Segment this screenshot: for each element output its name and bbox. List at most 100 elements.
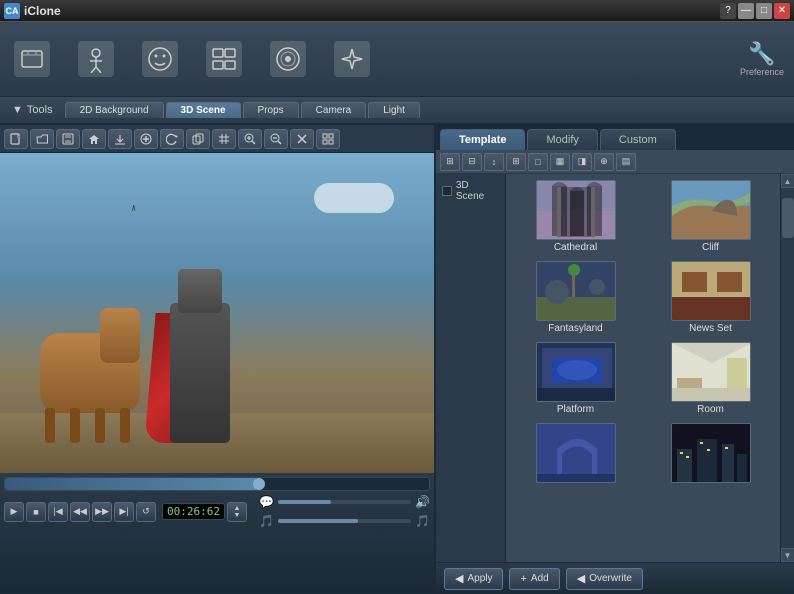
home-button[interactable]: [82, 129, 106, 149]
tab-props[interactable]: Props: [243, 102, 299, 118]
scrollbar[interactable]: ▲ ▼: [780, 174, 794, 562]
tab-camera[interactable]: Camera: [301, 102, 367, 118]
right-icon-1: 🔊: [415, 495, 430, 509]
app-title: iClone: [24, 4, 61, 18]
animation-tool-icon[interactable]: [266, 33, 310, 85]
character-tool-icon[interactable]: [74, 33, 118, 85]
scene-item-blue-arch[interactable]: [510, 421, 641, 487]
loop-button[interactable]: ↺: [136, 502, 156, 522]
prev-frame-button[interactable]: ◀◀: [70, 502, 90, 522]
zoom-in-button[interactable]: [238, 129, 262, 149]
minimize-button[interactable]: —: [738, 3, 754, 19]
download-button[interactable]: [108, 129, 132, 149]
new-button[interactable]: [4, 129, 28, 149]
close-button[interactable]: ✕: [774, 3, 790, 19]
apply-button[interactable]: ◀ Apply: [444, 568, 503, 590]
tab-light[interactable]: Light: [368, 102, 420, 118]
timeline-thumb[interactable]: [253, 478, 265, 490]
slider-1[interactable]: [278, 500, 411, 504]
scene-item-room[interactable]: Room: [645, 340, 776, 417]
effect-tool-icon[interactable]: [330, 33, 374, 85]
play-button[interactable]: ▶: [4, 502, 24, 522]
scene-item-newsset[interactable]: News Set: [645, 259, 776, 336]
add-icon: +: [520, 573, 526, 585]
scene-item-fantasyland[interactable]: Fantasyland: [510, 259, 641, 336]
add-button[interactable]: [134, 129, 158, 149]
slider-row-2: 🎵 🎵: [259, 514, 430, 528]
label-newsset: News Set: [689, 323, 732, 334]
tab-template[interactable]: Template: [440, 129, 525, 150]
scroll-thumb[interactable]: [782, 198, 794, 238]
sub-btn-5[interactable]: □: [528, 153, 548, 171]
sub-btn-2[interactable]: ⊟: [462, 153, 482, 171]
preference-button[interactable]: 🔧 Preference: [740, 41, 784, 77]
horse-head: [100, 308, 140, 363]
help-button[interactable]: ?: [720, 3, 736, 19]
scene-item-night-city[interactable]: [645, 421, 776, 487]
scene-item-cathedral[interactable]: Cathedral: [510, 178, 641, 255]
sub-btn-1[interactable]: ⊞: [440, 153, 460, 171]
playback-area: ▶ ■ |◀ ◀◀ ▶▶ ▶| ↺ 00:26:62 ▲▼ 💬: [0, 473, 434, 594]
maximize-button[interactable]: □: [756, 3, 772, 19]
face-tool-icon[interactable]: [138, 33, 182, 85]
timecode-display: 00:26:62: [162, 503, 225, 520]
scene: ∧: [0, 153, 434, 473]
scroll-down[interactable]: ▼: [781, 548, 794, 562]
sub-btn-4[interactable]: ⊞: [506, 153, 526, 171]
open-button[interactable]: [30, 129, 54, 149]
multiselect-button[interactable]: [316, 129, 340, 149]
knight-body: [170, 303, 230, 443]
bottom-action-bar: ◀ Apply + Add ◀ Overwrite: [436, 562, 794, 594]
tab-2d-background[interactable]: 2D Background: [65, 102, 164, 118]
sub-btn-3[interactable]: ↕: [484, 153, 504, 171]
overwrite-label: Overwrite: [589, 573, 632, 584]
titlebar: CA iClone ? — □ ✕: [0, 0, 794, 22]
action-toolbar: [0, 125, 434, 153]
scene-tool-icon[interactable]: [10, 33, 54, 85]
sub-btn-9[interactable]: ▤: [616, 153, 636, 171]
sub-toolbar: ⊞ ⊟ ↕ ⊞ □ ▦ ◨ ⊕ ▤: [436, 150, 794, 174]
next-frame-button[interactable]: ▶▶: [92, 502, 112, 522]
tab-3d-scene[interactable]: 3D Scene: [166, 102, 241, 118]
timeline-bar[interactable]: [4, 477, 430, 491]
remove-button[interactable]: [290, 129, 314, 149]
grid-button[interactable]: [212, 129, 236, 149]
scene-tree: 3D Scene: [436, 174, 506, 562]
overwrite-button[interactable]: ◀ Overwrite: [566, 568, 643, 590]
sub-btn-8[interactable]: ⊕: [594, 153, 614, 171]
sub-btn-7[interactable]: ◨: [572, 153, 592, 171]
rotate-button[interactable]: [160, 129, 184, 149]
clone-button[interactable]: [186, 129, 210, 149]
scene-tree-item[interactable]: 3D Scene: [440, 178, 501, 204]
tools-bar: ▼ Tools 2D Background 3D Scene Props Cam…: [0, 97, 794, 125]
stop-button[interactable]: ■: [26, 502, 46, 522]
motion-tool-icon[interactable]: [202, 33, 246, 85]
tools-label: ▼ Tools: [4, 104, 61, 116]
knight-head: [178, 269, 222, 313]
scene-item-platform[interactable]: Platform: [510, 340, 641, 417]
save-button[interactable]: [56, 129, 80, 149]
overwrite-icon: ◀: [577, 572, 585, 585]
slider-2[interactable]: [278, 519, 411, 523]
effect-icon: [334, 41, 370, 77]
horse-legs: [45, 408, 130, 443]
scroll-track[interactable]: [781, 188, 794, 548]
scene-thumb-cathedral: [536, 180, 616, 240]
tab-modify[interactable]: Modify: [527, 129, 597, 150]
scene-checkbox[interactable]: [442, 186, 452, 196]
scene-item-cliff[interactable]: Cliff: [645, 178, 776, 255]
top-toolbar: 🔧 Preference: [0, 22, 794, 97]
apply-label: Apply: [467, 573, 492, 584]
add-scene-button[interactable]: + Add: [509, 568, 559, 590]
zoom-out-button[interactable]: [264, 129, 288, 149]
scene-thumb-cliff: [671, 180, 751, 240]
next-key-button[interactable]: ▶|: [114, 502, 134, 522]
tab-custom[interactable]: Custom: [600, 129, 676, 150]
sub-btn-6[interactable]: ▦: [550, 153, 570, 171]
prev-key-button[interactable]: |◀: [48, 502, 68, 522]
timecode-up[interactable]: ▲▼: [227, 502, 247, 522]
slider-row-1: 💬 🔊: [259, 495, 430, 509]
scroll-up[interactable]: ▲: [781, 174, 794, 188]
preference-label: Preference: [740, 67, 784, 77]
motion-icon: [206, 41, 242, 77]
